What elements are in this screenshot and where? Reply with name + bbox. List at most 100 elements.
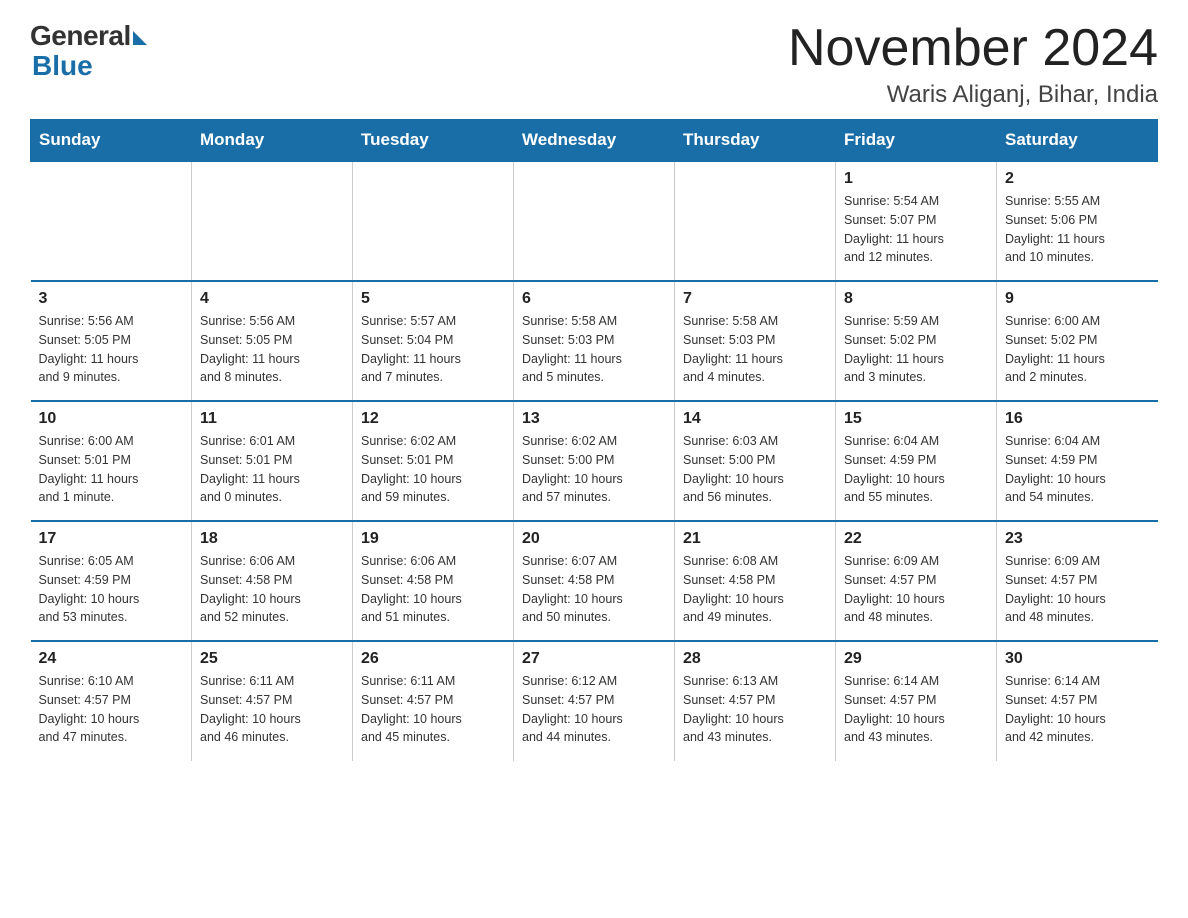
day-of-week-header: Friday (836, 120, 997, 162)
day-of-week-header: Saturday (997, 120, 1158, 162)
calendar-subtitle: Waris Aliganj, Bihar, India (788, 81, 1158, 109)
day-info: Sunrise: 5:58 AMSunset: 5:03 PMDaylight:… (683, 312, 827, 387)
calendar-cell: 29Sunrise: 6:14 AMSunset: 4:57 PMDayligh… (836, 641, 997, 761)
calendar-cell: 30Sunrise: 6:14 AMSunset: 4:57 PMDayligh… (997, 641, 1158, 761)
day-info: Sunrise: 6:04 AMSunset: 4:59 PMDaylight:… (844, 432, 988, 507)
day-number: 22 (844, 530, 988, 548)
day-info: Sunrise: 6:12 AMSunset: 4:57 PMDaylight:… (522, 672, 666, 747)
day-number: 9 (1005, 290, 1150, 308)
calendar-cell: 21 Sunrise: 6:08 AMSunset: 4:58 PMDayligh… (675, 521, 836, 641)
day-info: Sunrise: 6:06 AMSunset: 4:58 PMDaylight:… (361, 552, 505, 627)
calendar-cell: 6 Sunrise: 5:58 AMSunset: 5:03 PMDaylight… (514, 281, 675, 401)
calendar-cell: 10 Sunrise: 6:00 AMSunset: 5:01 PMDayligh… (31, 401, 192, 521)
calendar-cell (31, 161, 192, 281)
page-header: General Blue November 2024 Waris Aliganj… (30, 20, 1158, 109)
day-info: Sunrise: 6:13 AMSunset: 4:57 PMDaylight:… (683, 672, 827, 747)
day-info: Sunrise: 5:57 AMSunset: 5:04 PMDaylight:… (361, 312, 505, 387)
day-number: 12 (361, 410, 505, 428)
calendar-cell: 5 Sunrise: 5:57 AMSunset: 5:04 PMDaylight… (353, 281, 514, 401)
day-number: 5 (361, 290, 505, 308)
day-number: 17 (39, 530, 184, 548)
day-info: Sunrise: 6:06 AMSunset: 4:58 PMDaylight:… (200, 552, 344, 627)
day-number: 3 (39, 290, 184, 308)
calendar-week-row: 17 Sunrise: 6:05 AMSunset: 4:59 PMDayligh… (31, 521, 1158, 641)
calendar-cell (675, 161, 836, 281)
logo-triangle-icon (133, 31, 147, 45)
calendar-cell: 24Sunrise: 6:10 AMSunset: 4:57 PMDayligh… (31, 641, 192, 761)
day-number: 16 (1005, 410, 1150, 428)
calendar-cell: 18Sunrise: 6:06 AMSunset: 4:58 PMDayligh… (192, 521, 353, 641)
day-number: 11 (200, 410, 344, 428)
day-info: Sunrise: 5:59 AMSunset: 5:02 PMDaylight:… (844, 312, 988, 387)
calendar-week-row: 3 Sunrise: 5:56 AMSunset: 5:05 PMDaylight… (31, 281, 1158, 401)
calendar-cell: 28 Sunrise: 6:13 AMSunset: 4:57 PMDayligh… (675, 641, 836, 761)
day-of-week-header: Wednesday (514, 120, 675, 162)
calendar-cell: 9 Sunrise: 6:00 AMSunset: 5:02 PMDaylight… (997, 281, 1158, 401)
day-info: Sunrise: 6:10 AMSunset: 4:57 PMDaylight:… (39, 672, 184, 747)
day-info: Sunrise: 5:54 AMSunset: 5:07 PMDaylight:… (844, 192, 988, 267)
day-info: Sunrise: 6:11 AMSunset: 4:57 PMDaylight:… (361, 672, 505, 747)
calendar-cell: 14 Sunrise: 6:03 AMSunset: 5:00 PMDayligh… (675, 401, 836, 521)
logo-general-text: General (30, 20, 131, 52)
day-of-week-header: Tuesday (353, 120, 514, 162)
title-block: November 2024 Waris Aliganj, Bihar, Indi… (788, 20, 1158, 109)
calendar-cell: 17 Sunrise: 6:05 AMSunset: 4:59 PMDayligh… (31, 521, 192, 641)
day-number: 2 (1005, 170, 1150, 188)
logo: General Blue (30, 20, 147, 80)
day-of-week-header: Sunday (31, 120, 192, 162)
day-number: 27 (522, 650, 666, 668)
day-info: Sunrise: 6:01 AMSunset: 5:01 PMDaylight:… (200, 432, 344, 507)
day-number: 13 (522, 410, 666, 428)
calendar-header-row: SundayMondayTuesdayWednesdayThursdayFrid… (31, 120, 1158, 162)
calendar-week-row: 10 Sunrise: 6:00 AMSunset: 5:01 PMDayligh… (31, 401, 1158, 521)
calendar-cell: 22Sunrise: 6:09 AMSunset: 4:57 PMDayligh… (836, 521, 997, 641)
day-number: 28 (683, 650, 827, 668)
day-number: 23 (1005, 530, 1150, 548)
calendar-week-row: 24Sunrise: 6:10 AMSunset: 4:57 PMDayligh… (31, 641, 1158, 761)
calendar-cell (192, 161, 353, 281)
day-of-week-header: Monday (192, 120, 353, 162)
day-of-week-header: Thursday (675, 120, 836, 162)
day-number: 10 (39, 410, 184, 428)
calendar-cell: 13 Sunrise: 6:02 AMSunset: 5:00 PMDayligh… (514, 401, 675, 521)
day-info: Sunrise: 6:11 AMSunset: 4:57 PMDaylight:… (200, 672, 344, 747)
day-number: 26 (361, 650, 505, 668)
day-number: 14 (683, 410, 827, 428)
day-info: Sunrise: 6:09 AMSunset: 4:57 PMDaylight:… (1005, 552, 1150, 627)
day-number: 6 (522, 290, 666, 308)
day-info: Sunrise: 5:58 AMSunset: 5:03 PMDaylight:… (522, 312, 666, 387)
day-info: Sunrise: 6:03 AMSunset: 5:00 PMDaylight:… (683, 432, 827, 507)
calendar-cell: 26 Sunrise: 6:11 AMSunset: 4:57 PMDayligh… (353, 641, 514, 761)
calendar-week-row: 1 Sunrise: 5:54 AMSunset: 5:07 PMDaylight… (31, 161, 1158, 281)
calendar-table: SundayMondayTuesdayWednesdayThursdayFrid… (30, 119, 1158, 761)
day-info: Sunrise: 5:56 AMSunset: 5:05 PMDaylight:… (39, 312, 184, 387)
day-info: Sunrise: 6:00 AMSunset: 5:02 PMDaylight:… (1005, 312, 1150, 387)
calendar-cell: 7Sunrise: 5:58 AMSunset: 5:03 PMDaylight… (675, 281, 836, 401)
day-info: Sunrise: 6:14 AMSunset: 4:57 PMDaylight:… (844, 672, 988, 747)
day-info: Sunrise: 6:00 AMSunset: 5:01 PMDaylight:… (39, 432, 184, 507)
day-info: Sunrise: 6:07 AMSunset: 4:58 PMDaylight:… (522, 552, 666, 627)
calendar-cell: 19Sunrise: 6:06 AMSunset: 4:58 PMDayligh… (353, 521, 514, 641)
day-info: Sunrise: 6:05 AMSunset: 4:59 PMDaylight:… (39, 552, 184, 627)
calendar-cell: 23 Sunrise: 6:09 AMSunset: 4:57 PMDayligh… (997, 521, 1158, 641)
calendar-cell: 8 Sunrise: 5:59 AMSunset: 5:02 PMDaylight… (836, 281, 997, 401)
day-info: Sunrise: 6:14 AMSunset: 4:57 PMDaylight:… (1005, 672, 1150, 747)
calendar-cell (514, 161, 675, 281)
day-number: 8 (844, 290, 988, 308)
day-info: Sunrise: 6:02 AMSunset: 5:00 PMDaylight:… (522, 432, 666, 507)
calendar-cell: 2Sunrise: 5:55 AMSunset: 5:06 PMDaylight… (997, 161, 1158, 281)
calendar-cell: 11 Sunrise: 6:01 AMSunset: 5:01 PMDayligh… (192, 401, 353, 521)
day-number: 21 (683, 530, 827, 548)
logo-blue-text: Blue (32, 52, 93, 80)
calendar-cell: 3 Sunrise: 5:56 AMSunset: 5:05 PMDaylight… (31, 281, 192, 401)
day-number: 25 (200, 650, 344, 668)
day-number: 15 (844, 410, 988, 428)
calendar-cell: 25 Sunrise: 6:11 AMSunset: 4:57 PMDayligh… (192, 641, 353, 761)
day-info: Sunrise: 5:56 AMSunset: 5:05 PMDaylight:… (200, 312, 344, 387)
calendar-title: November 2024 (788, 20, 1158, 77)
calendar-cell: 12Sunrise: 6:02 AMSunset: 5:01 PMDayligh… (353, 401, 514, 521)
day-info: Sunrise: 6:08 AMSunset: 4:58 PMDaylight:… (683, 552, 827, 627)
day-number: 1 (844, 170, 988, 188)
calendar-cell: 20Sunrise: 6:07 AMSunset: 4:58 PMDayligh… (514, 521, 675, 641)
calendar-cell: 4Sunrise: 5:56 AMSunset: 5:05 PMDaylight… (192, 281, 353, 401)
